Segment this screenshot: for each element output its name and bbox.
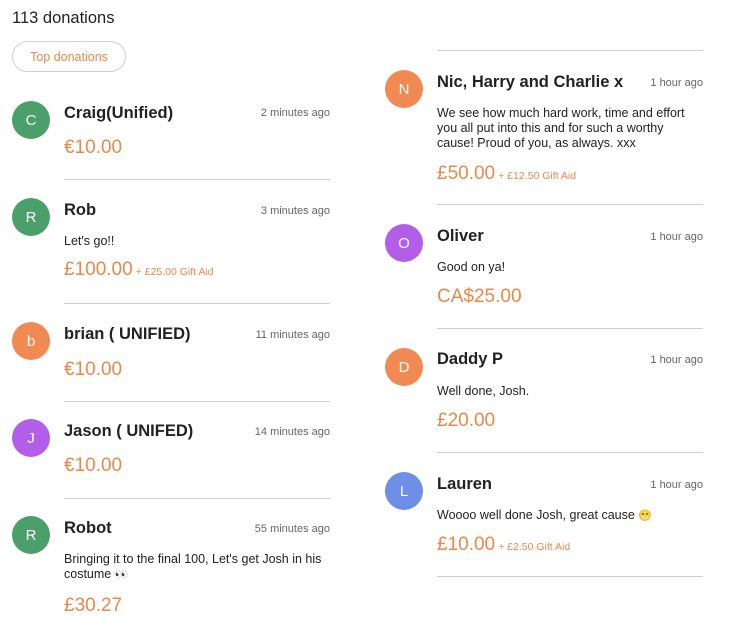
message-text: Bringing it to the final 100, Let's get … <box>64 552 322 581</box>
donation-item: R Rob 3 minutes ago Let's go!! £100.00 + … <box>12 180 330 303</box>
avatar: O <box>385 224 423 262</box>
donation-time: 3 minutes ago <box>260 205 330 217</box>
donation-item: R Robot 55 minutes ago Bringing it to th… <box>12 499 330 629</box>
donor-name: Oliver <box>437 227 484 245</box>
gift-aid: + £2.50 Gift Aid <box>498 541 571 553</box>
donation-time: 55 minutes ago <box>254 523 330 535</box>
donations-column-right: N Nic, Harry and Charlie x 1 hour ago We… <box>385 50 703 577</box>
avatar: C <box>12 101 50 139</box>
amount-value: £100.00 <box>64 259 133 280</box>
avatar: D <box>385 348 423 386</box>
donation-amount: €10.00 <box>64 359 123 380</box>
donation-message: We see how much hard work, time and effo… <box>437 106 685 150</box>
avatar: L <box>385 472 423 510</box>
divider <box>437 576 703 577</box>
donation-message: Good on ya! <box>437 260 506 274</box>
donation-count: 113 donations <box>12 9 115 27</box>
donation-time: 2 minutes ago <box>260 107 330 119</box>
donation-item: L Lauren 1 hour ago Woooo well done Josh… <box>385 453 703 576</box>
donation-amount: £100.00 + £25.00 Gift Aid <box>64 259 214 281</box>
donation-amount: €10.00 <box>64 455 123 476</box>
donation-time: 14 minutes ago <box>254 426 330 438</box>
donation-time: 1 hour ago <box>650 231 703 243</box>
donation-message: Well done, Josh. <box>437 384 530 398</box>
gift-aid: + £25.00 Gift Aid <box>135 266 214 278</box>
donor-name: brian ( UNIFIED) <box>64 325 191 343</box>
top-donations-button[interactable]: Top donations <box>12 41 126 72</box>
avatar: b <box>12 322 50 360</box>
donation-amount: €10.00 <box>64 137 123 158</box>
donation-time: 1 hour ago <box>650 479 703 491</box>
message-text: Woooo well done Josh, great cause <box>437 508 635 522</box>
donation-time: 1 hour ago <box>650 77 703 89</box>
donations-column-left: C Craig(Unified) 2 minutes ago €10.00 R … <box>12 81 330 629</box>
avatar: R <box>12 516 50 554</box>
donation-amount: £30.27 <box>64 595 123 616</box>
donation-message: Woooo well done Josh, great cause 😁 <box>437 508 703 524</box>
donation-message: Let's go!! <box>64 234 115 248</box>
donor-name: Craig(Unified) <box>64 104 174 122</box>
donation-amount: £10.00 + £2.50 Gift Aid <box>437 534 570 556</box>
grin-emoji-icon: 😁 <box>638 510 652 522</box>
avatar: R <box>12 198 50 236</box>
donation-message: Bringing it to the final 100, Let's get … <box>64 552 330 583</box>
donation-time: 1 hour ago <box>650 354 703 366</box>
donor-name: Rob <box>64 201 97 219</box>
avatar: N <box>385 70 423 108</box>
donation-item: N Nic, Harry and Charlie x 1 hour ago We… <box>385 51 703 204</box>
donation-amount: CA$25.00 <box>437 286 522 307</box>
donor-name: Daddy P <box>437 350 504 368</box>
amount-value: £50.00 <box>437 163 496 184</box>
donation-item: D Daddy P 1 hour ago Well done, Josh. £2… <box>385 329 703 452</box>
donor-name: Jason ( UNIFED) <box>64 422 194 440</box>
donor-name: Nic, Harry and Charlie x <box>437 73 624 91</box>
donor-name: Robot <box>64 519 112 537</box>
donation-item: b brian ( UNIFIED) 11 minutes ago €10.00 <box>12 304 330 401</box>
eyes-emoji-icon: 👀 <box>114 569 129 581</box>
donor-name: Lauren <box>437 475 493 493</box>
donation-item: J Jason ( UNIFED) 14 minutes ago €10.00 <box>12 402 330 498</box>
gift-aid: + £12.50 Gift Aid <box>498 170 577 182</box>
donation-item: C Craig(Unified) 2 minutes ago €10.00 <box>12 81 330 179</box>
amount-value: £10.00 <box>437 534 496 555</box>
donation-time: 11 minutes ago <box>255 329 330 341</box>
donation-amount: £50.00 + £12.50 Gift Aid <box>437 163 576 185</box>
donation-item: O Oliver 1 hour ago Good on ya! CA$25.00 <box>385 205 703 328</box>
avatar: J <box>12 419 50 457</box>
donation-amount: £20.00 <box>437 410 496 431</box>
